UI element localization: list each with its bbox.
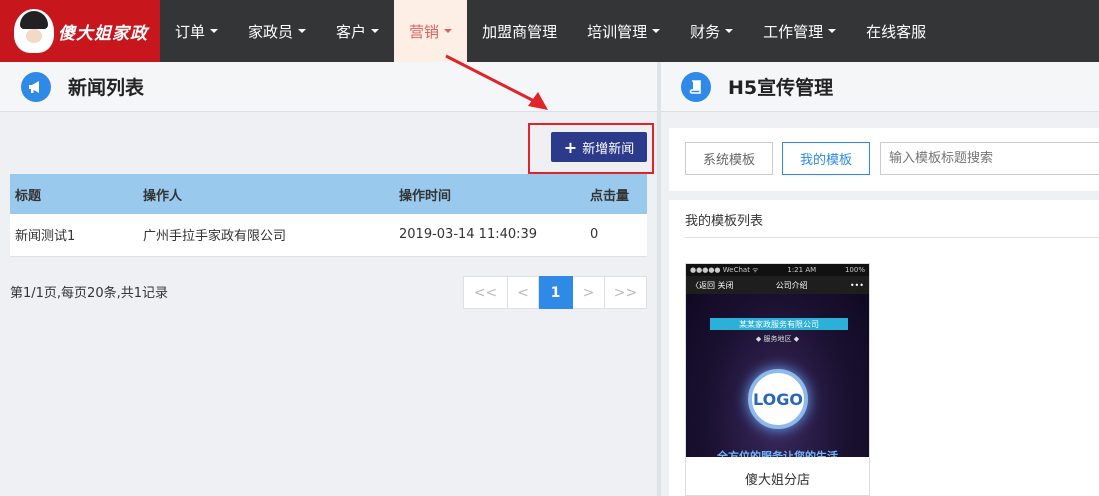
caret-down-icon <box>444 29 453 33</box>
clock-text: 1:21 AM <box>787 266 817 274</box>
nav-item-label: 客户 <box>336 22 367 41</box>
service-area-text: ◆ 服务地区 ◆ <box>755 335 800 343</box>
last-page-button[interactable]: >> <box>605 276 647 309</box>
mascot-icon <box>14 9 54 53</box>
phone-status-bar: ●●●●● WeChat ᯤ 1:21 AM 100% <box>686 264 869 276</box>
page-title: 新闻列表 <box>68 77 145 99</box>
annotation-arrow-icon <box>445 54 548 110</box>
back-close-text: 〈返回 关闭 <box>691 280 734 290</box>
preview-page-title: 公司介绍 <box>775 280 808 290</box>
news-table: 标题 操作人 操作时间 点击量 新闻测试1 广州手拉手家政有限公司 2019-0… <box>10 174 647 257</box>
column-header-title[interactable]: 标题 <box>10 174 138 214</box>
nav-item-label: 在线客服 <box>866 22 927 41</box>
nav-item-training[interactable]: 培训管理 <box>572 0 675 62</box>
brand-name: 傻大姐家政 <box>58 23 148 44</box>
add-news-button[interactable]: + 新增新闻 <box>551 132 647 162</box>
nav-item-customers[interactable]: 客户 <box>321 0 394 62</box>
column-header-clicks[interactable]: 点击量 <box>585 174 647 214</box>
caret-down-icon <box>828 29 837 33</box>
tab-my-templates[interactable]: 我的模板 <box>782 142 870 175</box>
add-news-label: 新增新闻 <box>582 141 635 157</box>
nav-item-label: 营销 <box>409 22 440 41</box>
battery-text: 100% <box>844 266 865 274</box>
more-icon: ••• <box>849 280 864 290</box>
cell-clicks: 0 <box>585 214 647 257</box>
h5-panel: H5宣传管理 系统模板 我的模板 我的模板列表 ●●●●● WeChat ᯤ 1… <box>661 62 1099 496</box>
column-header-time[interactable]: 操作时间 <box>394 174 585 214</box>
megaphone-icon <box>21 71 51 102</box>
caret-down-icon <box>298 29 307 33</box>
nav-item-finance[interactable]: 财务 <box>675 0 748 62</box>
caret-down-icon <box>371 29 380 33</box>
template-toolbar: 系统模板 我的模板 <box>669 128 1099 191</box>
carrier-text: ●●●●● WeChat ᯤ <box>690 265 759 274</box>
prev-page-button[interactable]: < <box>508 276 539 309</box>
nav-item-label: 订单 <box>175 22 206 41</box>
pagination-info: 第1/1页,每页20条,共1记录 <box>10 286 168 301</box>
template-card[interactable]: ●●●●● WeChat ᯤ 1:21 AM 100% 〈返回 关闭 公司介绍 … <box>685 263 870 496</box>
next-page-button[interactable]: > <box>573 276 605 309</box>
nav-item-label: 家政员 <box>248 22 294 41</box>
nav-item-online-service[interactable]: 在线客服 <box>851 0 941 62</box>
wechat-titlebar: 〈返回 关闭 公司介绍 ••• <box>686 276 869 294</box>
nav-item-label: 培训管理 <box>587 22 648 41</box>
template-list-area: 我的模板列表 ●●●●● WeChat ᯤ 1:21 AM 100% 〈返回 关… <box>669 200 1099 496</box>
book-icon <box>681 71 711 102</box>
template-name: 傻大姐分店 <box>744 473 810 488</box>
h5-panel-header: H5宣传管理 <box>661 62 1099 112</box>
template-preview-image: ●●●●● WeChat ᯤ 1:21 AM 100% 〈返回 关闭 公司介绍 … <box>686 264 869 457</box>
logo-badge: LOGO <box>748 369 808 429</box>
column-header-operator[interactable]: 操作人 <box>138 174 394 214</box>
template-search-input[interactable] <box>880 142 1099 175</box>
caret-down-icon <box>652 29 661 33</box>
caret-down-icon <box>210 29 219 33</box>
plus-icon: + <box>563 137 578 157</box>
nav-item-housekeepers[interactable]: 家政员 <box>233 0 321 62</box>
cell-operator: 广州手拉手家政有限公司 <box>138 214 394 257</box>
nav-item-label: 财务 <box>690 22 721 41</box>
cell-title[interactable]: 新闻测试1 <box>10 214 138 257</box>
h5-title: H5宣传管理 <box>728 77 834 99</box>
brand-logo[interactable]: 傻大姐家政 <box>0 0 160 62</box>
nav-item-work[interactable]: 工作管理 <box>748 0 851 62</box>
slogan-text: 全方位的服务让您的生活 <box>717 450 838 457</box>
news-panel: 新闻列表 + 新增新闻 标题 操作人 操作时间 点击量 新闻测试1 广州手拉手家… <box>0 54 657 496</box>
company-banner: 某某家政服务有限公司 <box>710 318 848 330</box>
divider <box>685 237 1099 238</box>
cell-time: 2019-03-14 11:40:39 <box>394 214 585 257</box>
first-page-button[interactable]: << <box>463 276 508 309</box>
caret-down-icon <box>725 29 734 33</box>
nav-item-label: 加盟商管理 <box>482 22 558 41</box>
nav-item-orders[interactable]: 订单 <box>160 0 233 62</box>
tab-system-templates[interactable]: 系统模板 <box>685 142 773 175</box>
page-1-button[interactable]: 1 <box>539 276 573 309</box>
nav-item-label: 工作管理 <box>763 22 824 41</box>
pagination: << < 1 > >> <box>463 276 647 309</box>
table-header-row: 标题 操作人 操作时间 点击量 <box>10 174 647 214</box>
table-row[interactable]: 新闻测试1 广州手拉手家政有限公司 2019-03-14 11:40:39 0 <box>10 214 647 257</box>
template-list-title: 我的模板列表 <box>685 214 764 229</box>
